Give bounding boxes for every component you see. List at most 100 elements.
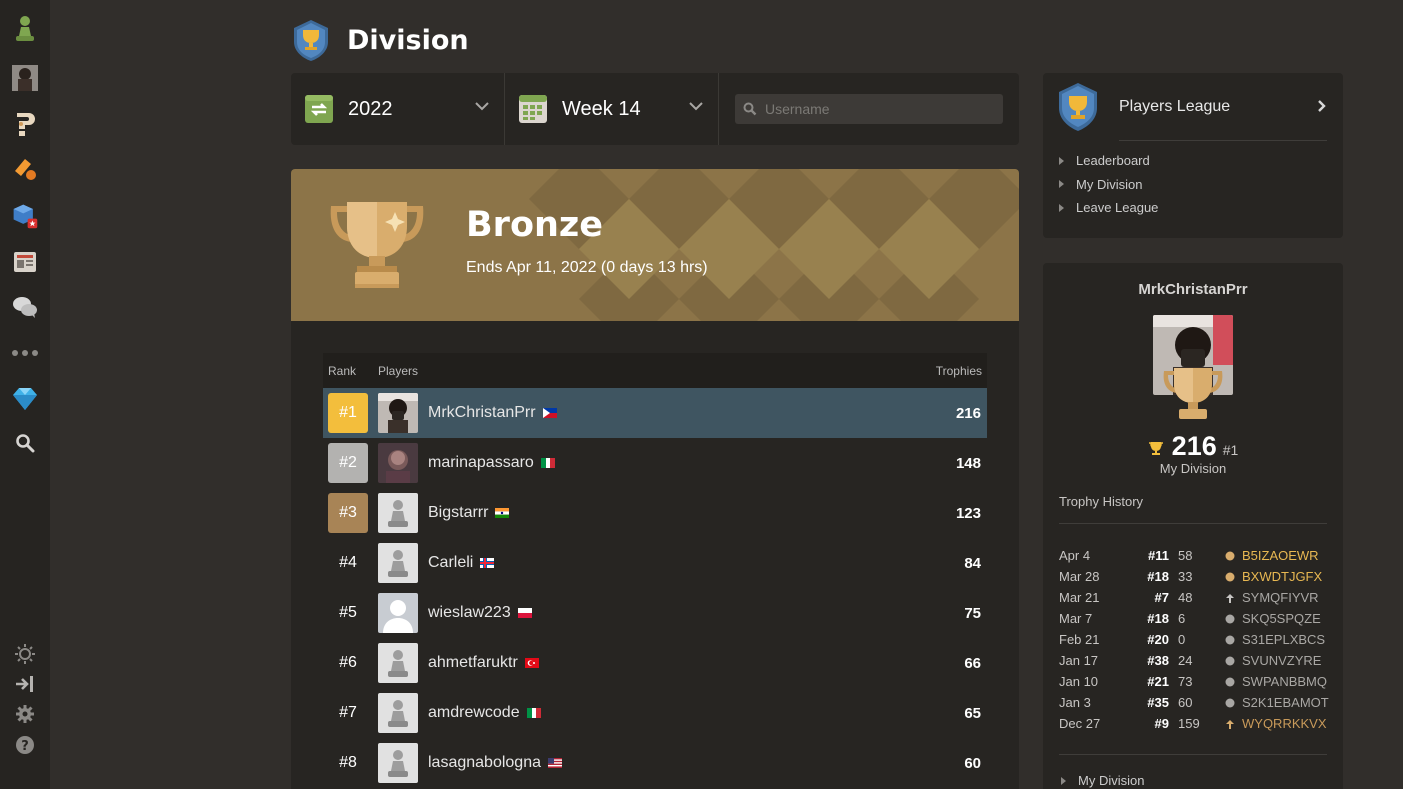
table-row[interactable]: #1 MrkChristanPrr 216 — [323, 388, 987, 438]
history-row[interactable]: Apr 4 #11 58 B5IZAOEWR — [1059, 545, 1329, 566]
watch-icon[interactable] — [11, 202, 39, 230]
rank-badge: #1 — [328, 393, 368, 433]
country-flag-icon — [548, 758, 562, 768]
diamond-membership-icon[interactable] — [11, 385, 39, 413]
page-title: Division — [347, 24, 469, 56]
sidebar: ? — [0, 0, 50, 789]
avatar[interactable] — [378, 493, 418, 533]
division-code-link[interactable]: BXWDTJGFX — [1242, 569, 1322, 584]
history-row[interactable]: Mar 7 #18 6 SKQ5SPQZE — [1059, 608, 1329, 629]
history-score: 58 — [1178, 548, 1193, 563]
league-name: Bronze — [466, 205, 604, 245]
trophy-history-list: Apr 4 #11 58 B5IZAOEWR Mar 28 #18 33 BXWDTJGFX M… — [1059, 545, 1329, 734]
rank-badge: #7 — [339, 704, 357, 721]
avatar[interactable] — [378, 593, 418, 633]
history-row[interactable]: Mar 21 #7 48 SYMQFIYVR — [1059, 587, 1329, 608]
division-card: Bronze Ends Apr 11, 2022 (0 days 13 hrs)… — [291, 169, 1019, 789]
help-icon[interactable]: ? — [11, 731, 39, 759]
news-icon[interactable] — [11, 248, 39, 276]
svg-text:?: ? — [21, 739, 29, 754]
gold-trophy-icon — [1148, 442, 1163, 455]
footer-my-division-link[interactable]: My Division — [1061, 773, 1144, 788]
avatar[interactable] — [378, 443, 418, 483]
divider — [1119, 140, 1327, 141]
player-name[interactable]: Carleli — [428, 554, 495, 572]
player-name[interactable]: lasagnabologna — [428, 754, 562, 772]
history-row[interactable]: Jan 3 #35 60 S2K1EBAMOT — [1059, 692, 1329, 713]
division-code-link[interactable]: S2K1EBAMOT — [1242, 695, 1329, 710]
history-rank: #9 — [1154, 716, 1169, 731]
trophy-count: 66 — [964, 654, 981, 672]
season-value: 2022 — [348, 97, 393, 120]
history-date: Jan 17 — [1059, 653, 1099, 668]
profile-avatar-icon[interactable] — [11, 64, 39, 92]
table-row[interactable]: #7 amdrewcode 65 — [323, 688, 987, 738]
history-row[interactable]: Jan 10 #21 73 SWPANBBMQ — [1059, 671, 1329, 692]
country-flag-icon — [526, 708, 541, 718]
leave-league-link[interactable]: Leave League — [1059, 196, 1343, 220]
leaderboard-link[interactable]: Leaderboard — [1059, 149, 1343, 173]
login-icon[interactable] — [11, 670, 39, 698]
table-header: Rank Players Trophies — [323, 353, 987, 388]
rank-badge: #3 — [328, 493, 368, 533]
division-code-link[interactable]: B5IZAOEWR — [1242, 548, 1319, 563]
division-code-link[interactable]: SWPANBBMQ — [1242, 674, 1327, 689]
trophies-column-header: Trophies — [935, 363, 982, 378]
username-search-input[interactable] — [765, 101, 985, 117]
table-row[interactable]: #5 wieslaw223 75 — [323, 588, 987, 638]
table-row[interactable]: #8 lasagnabologna 60 — [323, 738, 987, 788]
more-icon[interactable] — [11, 339, 39, 367]
trophy-count: 60 — [964, 754, 981, 772]
trophy-count: 75 — [964, 604, 981, 622]
my-division-link[interactable]: My Division — [1059, 173, 1343, 197]
division-code-link[interactable]: SYMQFIYVR — [1242, 590, 1319, 605]
player-name[interactable]: MrkChristanPrr — [428, 404, 557, 422]
profile-trophies: 216 — [1171, 431, 1217, 461]
learn-icon[interactable] — [11, 155, 39, 183]
avatar[interactable] — [378, 743, 418, 783]
search-icon[interactable] — [11, 429, 39, 457]
history-row[interactable]: Dec 27 #9 159 WYQRRKKVX — [1059, 713, 1329, 734]
history-row[interactable]: Feb 21 #20 0 S31EPLXBCS — [1059, 629, 1329, 650]
avatar[interactable] — [378, 543, 418, 583]
profile-username[interactable]: MrkChristanPrr — [1043, 281, 1343, 298]
division-code-link[interactable]: SKQ5SPQZE — [1242, 611, 1321, 626]
caret-right-icon — [1061, 776, 1066, 785]
history-rank: #21 — [1147, 674, 1169, 689]
history-rank: #38 — [1147, 653, 1169, 668]
history-row[interactable]: Jan 17 #38 24 SVUNVZYRE — [1059, 650, 1329, 671]
play-pawn-icon[interactable] — [11, 15, 39, 43]
social-chat-icon[interactable] — [11, 293, 39, 321]
caret-right-icon — [1059, 203, 1064, 212]
division-code-link[interactable]: WYQRRKKVX — [1242, 716, 1327, 731]
table-row[interactable]: #2 marinapassaro 148 — [323, 438, 987, 488]
avatar[interactable] — [378, 393, 418, 433]
history-date: Dec 27 — [1059, 716, 1101, 731]
week-select[interactable]: Week 14 — [505, 73, 719, 145]
settings-gear-icon[interactable] — [11, 700, 39, 728]
division-dot-icon — [1225, 614, 1235, 623]
table-row[interactable]: #3 Bigstarrr 123 — [323, 488, 987, 538]
division-code-link[interactable]: SVUNVZYRE — [1242, 653, 1321, 668]
country-flag-icon — [517, 608, 532, 618]
trophy-count: 216 — [955, 404, 981, 422]
player-name[interactable]: ahmetfaruktr — [428, 654, 539, 672]
season-select[interactable]: 2022 — [291, 73, 505, 145]
history-score: 159 — [1178, 716, 1200, 731]
rank-badge: #2 — [328, 443, 368, 483]
theme-toggle-icon[interactable] — [11, 640, 39, 668]
player-name[interactable]: amdrewcode — [428, 704, 541, 722]
history-row[interactable]: Mar 28 #18 33 BXWDTJGFX — [1059, 566, 1329, 587]
division-dot-icon — [1225, 677, 1235, 686]
player-name[interactable]: wieslaw223 — [428, 604, 532, 622]
players-league-header[interactable]: Players League — [1043, 73, 1343, 141]
avatar[interactable] — [378, 643, 418, 683]
division-code-link[interactable]: S31EPLXBCS — [1242, 632, 1325, 647]
player-name[interactable]: marinapassaro — [428, 454, 555, 472]
table-row[interactable]: #6 ahmetfaruktr 66 — [323, 638, 987, 688]
avatar[interactable] — [378, 693, 418, 733]
username-search[interactable] — [735, 94, 1003, 124]
player-name[interactable]: Bigstarrr — [428, 504, 510, 522]
table-row[interactable]: #4 Carleli 84 — [323, 538, 987, 588]
puzzles-icon[interactable] — [11, 110, 39, 138]
